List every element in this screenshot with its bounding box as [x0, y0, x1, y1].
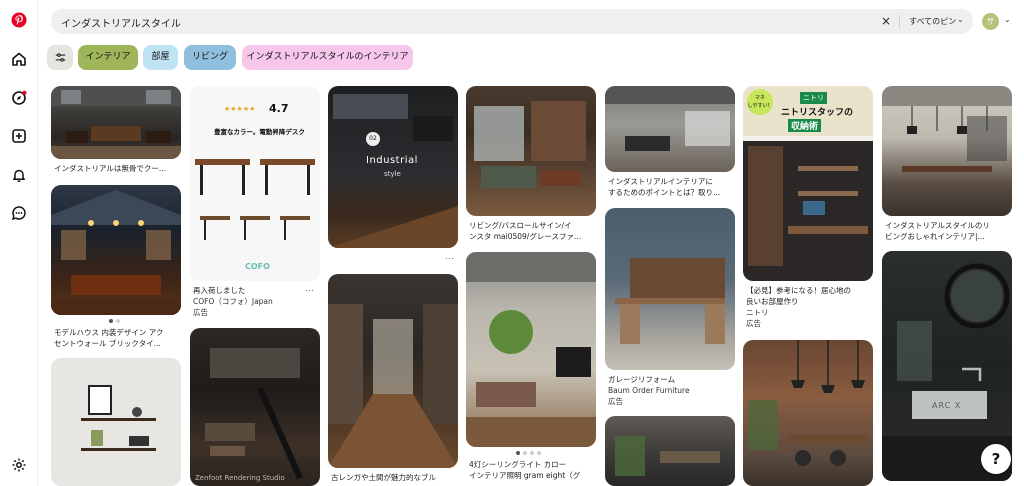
pin-caption[interactable]: ガレージリフォーム — [608, 374, 738, 385]
notifications-icon[interactable] — [11, 167, 27, 183]
pin-image — [328, 94, 458, 248]
pin-image — [81, 385, 156, 451]
create-icon[interactable] — [11, 128, 27, 144]
ad-label: 広告 — [608, 397, 623, 406]
settings-icon[interactable] — [11, 457, 27, 473]
left-rail — [0, 0, 38, 486]
overlay-title: Industrial — [366, 155, 418, 166]
pin-image-industrial-style[interactable]: 02 Industrial style — [328, 86, 458, 248]
overlay-subtitle: style — [384, 170, 401, 178]
pin-source[interactable]: ニトリ — [746, 307, 769, 318]
pin-caption[interactable]: インダストリアルインテリアに — [608, 176, 738, 187]
pin-image-cafe-interior[interactable] — [605, 416, 735, 486]
account-chevron-down-icon[interactable]: ⌄ — [1004, 15, 1011, 24]
pin-caption[interactable]: ビングおしゃれインテリア|... — [885, 231, 1015, 242]
pin-caption[interactable]: 再入荷しました — [193, 285, 303, 296]
pin-image — [195, 159, 315, 240]
pin-image-garage-reform[interactable] — [605, 208, 735, 370]
pin-caption[interactable]: インテリア照明 gram eight（グ — [469, 470, 599, 481]
chevron-down-icon[interactable]: ⌄ — [957, 15, 964, 24]
pin-image — [748, 340, 868, 466]
pin-image-industrial-living-2[interactable] — [882, 86, 1012, 216]
pin-caption[interactable]: インダストリアルは無骨でクー... — [54, 163, 184, 174]
more-options-icon[interactable]: ... — [445, 252, 454, 261]
cofo-logo: COFO — [245, 262, 270, 271]
pin-image — [51, 86, 181, 159]
chip-living[interactable]: リビング — [184, 45, 236, 70]
filter-icon — [55, 53, 65, 62]
pin-image-brick-hallway[interactable] — [328, 274, 458, 468]
nitori-logo: ニトリ — [800, 92, 827, 104]
pin-source[interactable]: COFO（コフォ）Japan — [193, 296, 323, 307]
chip-room[interactable]: 部屋 — [143, 45, 178, 70]
pin-image-industrial-points[interactable] — [605, 86, 735, 172]
pin-image — [474, 101, 586, 188]
carousel-dots — [109, 319, 120, 323]
pin-image — [51, 190, 181, 315]
watermark: Zenfoot Rendering Studio — [195, 474, 285, 482]
pin-image-cofo-desk-ad[interactable]: ★★★★★ 4.7 豊富なカラー。電動昇降デスク COFO — [190, 86, 320, 281]
home-icon[interactable] — [11, 51, 27, 67]
explore-icon[interactable] — [11, 90, 27, 106]
pin-caption[interactable]: するためのポイントとは？取り... — [608, 187, 738, 198]
search-scope-dropdown[interactable]: すべてのピン — [909, 16, 956, 27]
carousel-dots — [516, 451, 541, 455]
pin-image-wall-shelf[interactable] — [51, 358, 181, 486]
pin-image-nitori-ad[interactable]: マネ しやすい！ ニトリ ニトリスタッフの 収納術 — [743, 86, 873, 281]
search-input[interactable]: インダストリアルスタイル — [61, 15, 181, 30]
pin-caption[interactable]: リビング/バスロールサイン/イ — [469, 220, 599, 231]
ad-tagline: 豊富なカラー。電動昇降デスク — [214, 128, 305, 136]
rating-stars: ★★★★★ — [224, 105, 256, 113]
pin-caption[interactable]: ンスタ mai0509/グレースファ... — [469, 231, 599, 242]
pin-caption[interactable]: セントウォール ブリックタイ... — [54, 338, 184, 349]
clear-search-icon[interactable]: × — [879, 14, 893, 28]
pin-image — [615, 436, 720, 476]
badge: マネ しやすい！ — [747, 89, 773, 115]
pin-caption[interactable]: 【必見】参考になる！居心地の — [746, 285, 876, 296]
filter-chip[interactable] — [47, 45, 73, 70]
badge-number: 02 — [366, 132, 380, 146]
pin-image — [205, 348, 303, 480]
search-bar[interactable]: インダストリアルスタイル × すべてのピン ⌄ — [51, 9, 973, 34]
pin-image — [882, 86, 1012, 172]
help-button[interactable]: ? — [981, 444, 1011, 474]
chip-industrial-interior[interactable]: インダストリアルスタイルのインテリア — [242, 45, 413, 70]
rating-score: 4.7 — [269, 102, 289, 115]
pinterest-logo-icon[interactable] — [11, 12, 27, 28]
chip-interior[interactable]: インテリア — [78, 45, 138, 70]
pin-caption[interactable]: インダストリアルスタイルのリ — [885, 220, 1015, 231]
pin-source[interactable]: Baum Order Furniture — [608, 385, 738, 396]
messages-icon[interactable] — [11, 205, 27, 221]
pin-caption[interactable]: 4灯シーリングライト カロー — [469, 459, 599, 470]
ad-headline-highlight: 収納術 — [788, 119, 822, 132]
pin-image — [466, 252, 596, 447]
pin-caption[interactable]: 良いお部屋作り — [746, 296, 876, 307]
search-divider — [899, 15, 900, 28]
ad-headline: ニトリスタッフの — [781, 108, 854, 118]
ad-label: 広告 — [193, 308, 208, 317]
pin-image — [605, 86, 735, 151]
pin-image — [328, 304, 458, 468]
avatar[interactable]: サ — [982, 13, 999, 30]
pin-image-living-room[interactable] — [466, 86, 596, 216]
pin-image-dark-loft[interactable]: Zenfoot Rendering Studio — [190, 328, 320, 486]
pin-image-industrial-living[interactable] — [51, 86, 181, 159]
pin-image — [615, 258, 725, 344]
pin-caption[interactable]: モデルハウス 内装デザイン アク — [54, 327, 184, 338]
pin-image-pendant-lights[interactable] — [743, 340, 873, 486]
more-options-icon[interactable]: ... — [305, 284, 314, 293]
pin-caption[interactable]: 古レンガや土間が魅力的なブル — [331, 472, 461, 483]
pin-image-plant-living[interactable] — [466, 252, 596, 447]
ad-label: 広告 — [746, 319, 761, 328]
pin-image-model-house[interactable] — [51, 185, 181, 315]
sink-label: ARC X — [932, 401, 962, 410]
